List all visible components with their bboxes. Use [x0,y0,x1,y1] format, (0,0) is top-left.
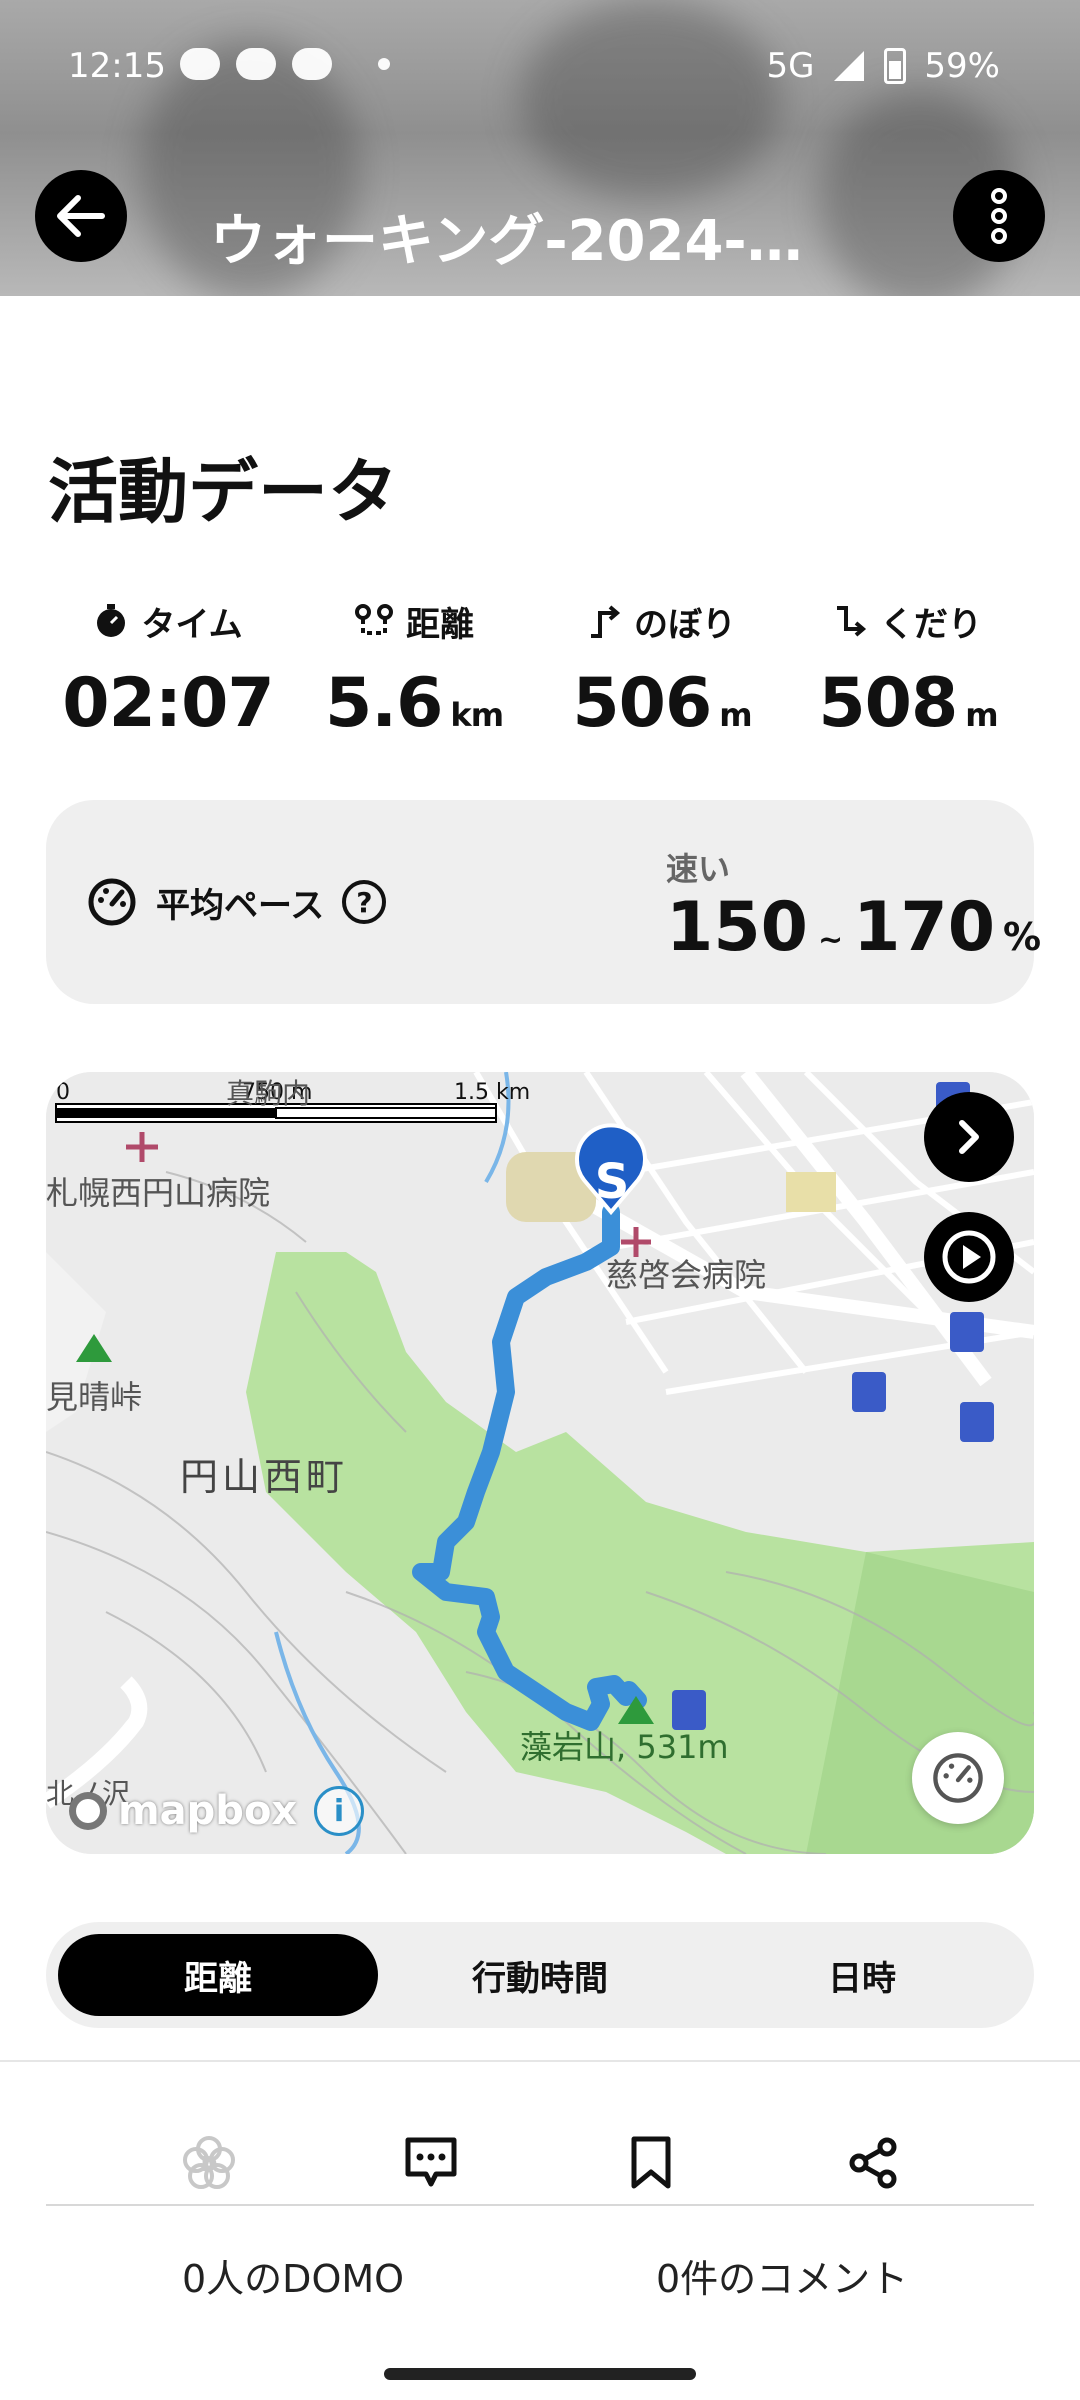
sort-tabs: 距離 行動時間 日時 [46,1922,1034,2028]
more-menu-button[interactable] [953,170,1045,262]
stat-time: タイム 02:07 [48,596,288,743]
more-notifications-icon [378,58,390,70]
map-label-mountain: 藻岩山, 531m [520,1728,729,1766]
domo-flower-icon: D [183,2136,235,2189]
home-indicator[interactable] [384,2368,696,2380]
back-button[interactable] [35,170,127,262]
ascent-icon [591,605,621,638]
map-expand-button[interactable] [924,1092,1014,1182]
mapbox-attribution: mapbox [118,1788,298,1834]
descent-icon [837,606,867,637]
map-label-north: 真駒内 [226,1077,311,1110]
stat-ascent-unit: m [719,696,752,734]
vertical-dots-icon [991,188,1007,244]
stat-distance-label: 距離 [406,604,474,645]
help-icon[interactable]: ? [342,880,387,924]
svg-text:D: D [201,2152,218,2176]
share-icon [849,2137,897,2189]
speedometer-icon [933,1753,983,1803]
battery-icon [884,48,907,84]
map-label-pass: 見晴峠 [46,1378,143,1416]
comment-button[interactable] [396,2128,466,2198]
route-map[interactable]: 0 750 m 1.5 km 真駒内 札幌西円山病院 慈啓会病院 見晴峠 円山西… [46,1072,1034,1854]
bottom-action-bar: D 0人のDOMO 0件のコメント [0,2060,1080,2400]
battery-percent: 59% [924,46,1000,86]
pace-label: 平均ペース [156,885,325,926]
bookmark-icon [631,2136,671,2189]
notification-icons [180,48,390,80]
pace-max: 170 [853,888,996,967]
network-type: 5G [766,46,815,86]
stat-ascent-value: 506 [572,664,712,743]
stat-distance-value: 5.6 [324,664,443,743]
route-icon [355,604,393,635]
pace-speed-label: 速い [666,850,731,888]
speedometer-icon [88,878,136,926]
pace-tilde: ~ [817,923,844,958]
stopwatch-icon [97,604,126,637]
average-pace-card: 平均ペース ? 速い 150 ~170% [46,800,1041,1004]
status-bar: 12:15 5G 59% [0,40,1080,96]
stat-time-label: タイム [141,604,243,645]
map-label-hospital-east: 慈啓会病院 [606,1256,767,1294]
stat-time-value: 02:07 [62,664,274,743]
map-label-hospital-west: 札幌西円山病院 [46,1174,271,1212]
domo-count[interactable]: 0人のDOMO [182,2248,404,2303]
header: 12:15 5G 59% ウォーキング-2024-… [0,0,1080,296]
bird-notification-icon [236,48,276,80]
status-right: 5G 59% [766,46,1000,86]
tab-datetime[interactable]: 日時 [702,1934,1022,2016]
stat-distance-unit: km [450,696,504,734]
play-circle-icon [942,1230,996,1284]
section-title: 活動データ [48,451,398,533]
map-info-icon[interactable]: i [314,1786,364,1836]
scale-label-1500: 1.5 km [454,1080,531,1105]
pace-min: 150 [666,888,808,967]
share-button[interactable] [838,2128,908,2198]
pace-value: 150 ~170% [666,888,1041,967]
bookmark-button[interactable] [616,2128,686,2198]
stat-distance: 距離 5.6 km [294,596,534,743]
stat-ascent: のぼり 506 m [542,596,782,744]
tab-moving-time[interactable]: 行動時間 [380,1934,700,2016]
mapbox-logo: mapbox [66,1788,297,1834]
stat-descent: くだり 508 m [788,596,1028,744]
map-label-town: 円山西町 [180,1455,349,1499]
map-play-button[interactable] [924,1212,1014,1302]
chat-notification-icon [180,48,220,80]
mapbox-compass-icon [69,1792,107,1830]
stat-descent-label: くだり [880,604,982,645]
line-notification-icon [292,48,332,80]
stat-descent-unit: m [965,696,998,734]
page-title: ウォーキング-2024-… [210,209,803,266]
signal-icon [834,51,865,81]
pace-unit: % [1003,915,1042,959]
map-pace-button[interactable] [912,1732,1004,1824]
status-time: 12:15 [68,46,166,86]
bottom-divider [46,2204,1034,2206]
stat-ascent-label: のぼり [634,604,736,645]
start-marker-label: S [594,1154,630,1210]
chevron-right-icon [959,1120,979,1154]
activity-stats: タイム 02:07 距離 5.6 km のぼり 506 m くだり 508 m [48,596,1038,756]
scale-label-0: 0 [56,1080,70,1105]
domo-button[interactable]: D [174,2128,244,2198]
tab-distance[interactable]: 距離 [58,1934,378,2016]
comment-count[interactable]: 0件のコメント [656,2248,908,2303]
comment-icon [405,2137,457,2187]
stat-descent-value: 508 [818,664,958,743]
arrow-left-icon [57,195,105,237]
